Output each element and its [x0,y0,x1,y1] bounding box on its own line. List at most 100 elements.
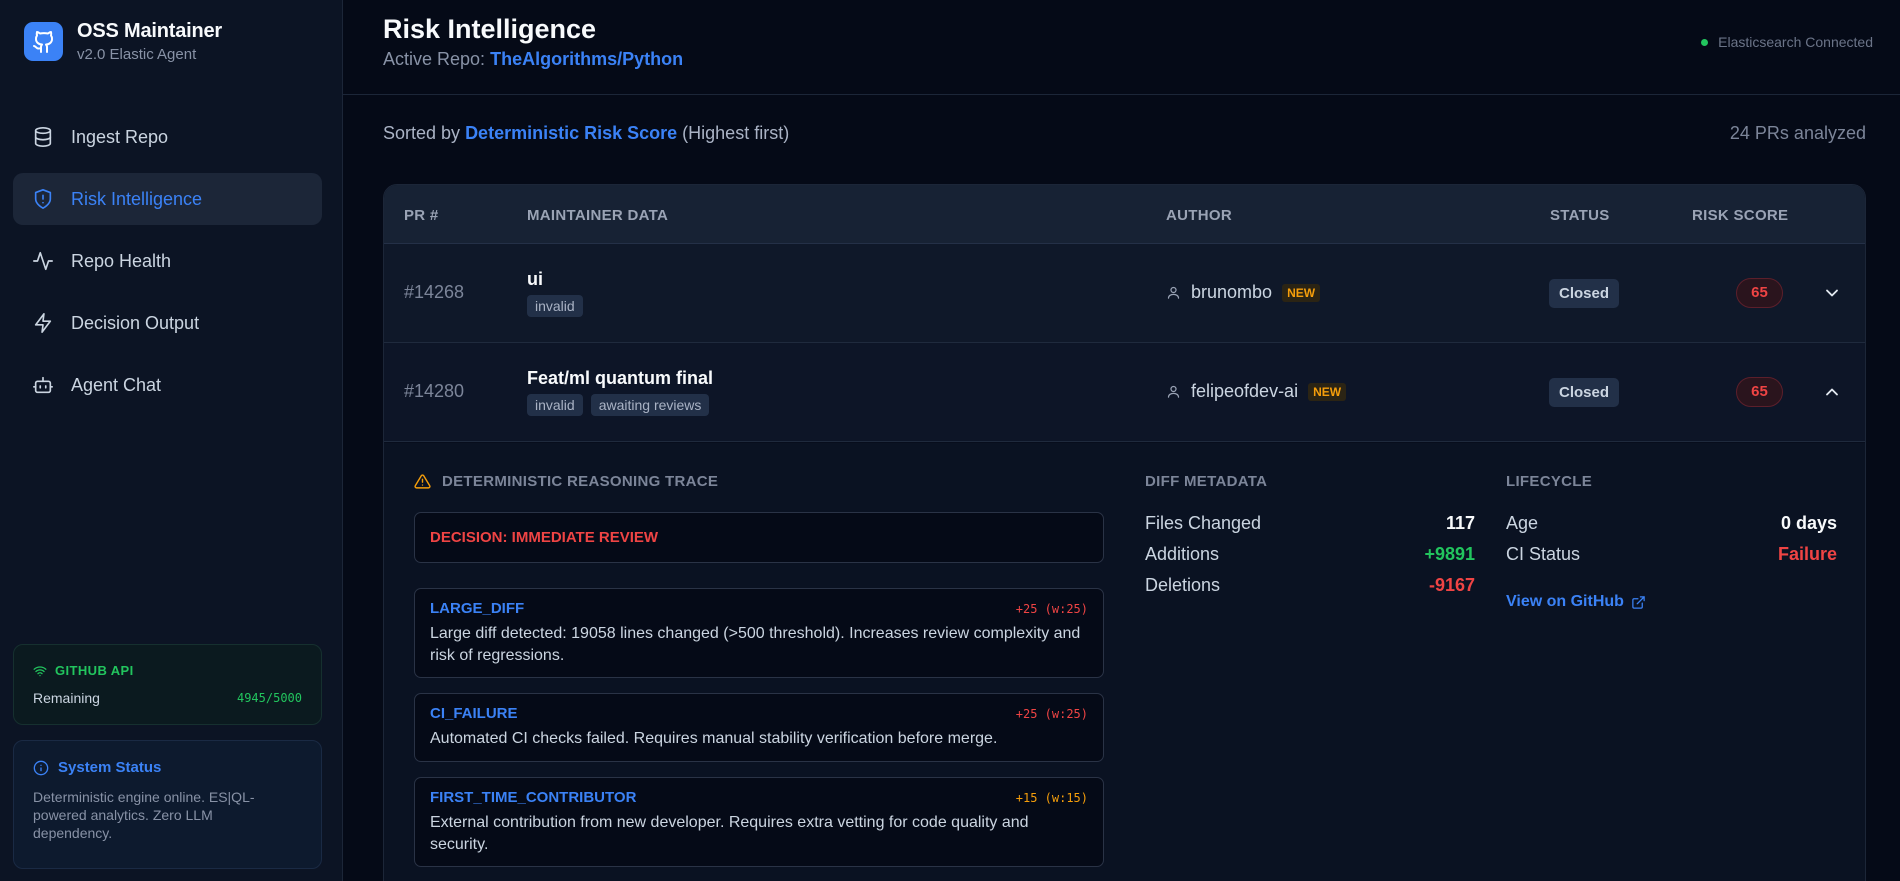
nav-item-agent-chat[interactable]: Agent Chat [13,359,322,411]
database-icon [34,127,52,147]
active-repo-link[interactable]: TheAlgorithms/Python [490,49,683,69]
pr-title[interactable]: ui [527,269,543,290]
sort-info: Sorted by Deterministic Risk Score (High… [383,123,789,144]
active-repo-label: Active Repo: [383,49,486,69]
trace-code: FIRST_TIME_CONTRIBUTOR [430,789,637,806]
ci-status-label: CI Status [1506,544,1581,564]
author-name: brunombo [1191,282,1273,302]
github-api-card: GITHUB API Remaining 4945/5000 [13,644,322,725]
ci-status-value: Failure [1777,544,1837,564]
sort-field[interactable]: Deterministic Risk Score [465,123,677,143]
trace-weight: +25 (w:25) [1015,706,1088,721]
lightning-icon [34,313,52,333]
column-header-status[interactable]: STATUS [1550,207,1610,224]
reasoning-trace-header: DETERMINISTIC REASONING TRACE [414,473,718,490]
activity-icon [33,251,53,271]
status-badge: Closed [1549,279,1620,308]
chevron-up-icon[interactable] [1822,382,1842,402]
connection-status: Elasticsearch Connected [1701,34,1873,50]
pr-details-panel: DETERMINISTIC REASONING TRACE DECISION: … [384,443,1865,881]
files-changed-label: Files Changed [1145,513,1262,533]
trace-description: External contribution from new developer… [430,814,1029,853]
trace-description: Large diff detected: 19058 lines changed… [430,625,1081,664]
files-changed-row: Files Changed 117 [1145,513,1475,534]
nav-item-decision-output[interactable]: Decision Output [13,297,322,349]
column-header-risk-score[interactable]: RISK SCORE [1692,207,1788,224]
github-api-title: GITHUB API [55,663,134,678]
view-on-github-label: View on GitHub [1506,593,1624,610]
pr-author: felipeofdev-ai NEW [1166,381,1347,402]
nav-item-label: Decision Output [71,312,200,333]
additions-label: Additions [1145,544,1220,564]
sort-prefix: Sorted by [383,123,461,143]
risk-score-badge: 65 [1736,377,1783,407]
nav-item-risk-intelligence[interactable]: Risk Intelligence [13,173,322,225]
remaining-label: Remaining [33,690,100,706]
sidebar: OSS Maintainer v2.0 Elastic Agent Ingest… [0,0,343,881]
reasoning-trace-title: DETERMINISTIC REASONING TRACE [442,473,719,490]
active-repo: Active Repo: TheAlgorithms/Python [383,49,683,70]
nav-item-label: Agent Chat [71,374,162,395]
status-badge: Closed [1549,378,1620,407]
nav-item-label: Repo Health [71,250,172,271]
pr-count: 24 PRs analyzed [1729,123,1866,143]
trace-weight: +25 (w:25) [1015,601,1088,616]
additions-row: Additions +9891 [1145,544,1475,565]
trace-code: LARGE_DIFF [430,600,525,617]
chevron-down-icon[interactable] [1822,283,1842,303]
sort-suffix: (Highest first) [682,123,790,143]
column-header-maintainer-data[interactable]: MAINTAINER DATA [527,207,668,224]
pr-tags: invalid [527,295,583,317]
nav-item-label: Ingest Repo [71,126,169,147]
view-on-github-link[interactable]: View on GitHub [1506,593,1646,611]
system-status-card: System Status Deterministic engine onlin… [13,740,322,869]
sidebar-nav: Ingest Repo Risk Intelligence Repo Healt… [13,111,322,421]
new-contributor-badge: NEW [1282,283,1321,302]
author-name: felipeofdev-ai [1191,381,1299,401]
age-row: Age 0 days [1506,513,1837,534]
diff-metadata-header: DIFF METADATA [1145,473,1268,490]
trace-card: LARGE_DIFF +25 (w:25) Large diff detecte… [414,588,1104,678]
nav-item-label: Risk Intelligence [71,188,203,209]
column-header-pr[interactable]: PR # [404,207,439,224]
additions-value: +9891 [1424,544,1475,564]
files-changed-value: 117 [1445,513,1475,533]
external-link-icon [1632,595,1645,609]
deletions-row: Deletions -9167 [1145,575,1475,596]
trace-weight: +15 (w:15) [1015,790,1088,805]
nav-item-repo-health[interactable]: Repo Health [13,235,322,287]
table-header: PR # MAINTAINER DATA AUTHOR STATUS RISK … [384,185,1865,244]
trace-card: CI_FAILURE +25 (w:25) Automated CI check… [414,693,1104,762]
table-row[interactable]: #14280 Feat/ml quantum final invalid awa… [384,343,1865,442]
status-dot-icon [1701,38,1709,46]
pr-tag: awaiting reviews [590,394,710,416]
system-status-text: Deterministic engine online. ES|QL-power… [33,789,255,841]
topbar: Risk Intelligence Active Repo: TheAlgori… [343,0,1900,95]
trace-code: CI_FAILURE [430,705,518,722]
deletions-value: -9167 [1428,575,1475,595]
column-header-author[interactable]: AUTHOR [1166,207,1232,224]
remaining-value: 4945/5000 [236,691,302,705]
pr-number[interactable]: #14280 [404,381,464,402]
warning-icon [414,474,431,489]
pr-table: PR # MAINTAINER DATA AUTHOR STATUS RISK … [383,184,1866,881]
table-row[interactable]: #14268 ui invalid brunombo NEW Closed 65 [384,244,1865,343]
page-title: Risk Intelligence [383,14,597,44]
main-content: Risk Intelligence Active Repo: TheAlgori… [343,0,1900,881]
age-label: Age [1506,513,1539,533]
shield-icon [34,189,52,209]
pr-tags: invalid awaiting reviews [527,394,710,416]
age-value: 0 days [1780,513,1837,533]
user-icon [1167,286,1180,299]
brand: OSS Maintainer v2.0 Elastic Agent [24,20,222,63]
pr-tag: invalid [527,295,583,317]
info-icon [33,760,49,775]
ci-status-row: CI Status Failure [1506,544,1837,565]
risk-score-badge: 65 [1736,278,1783,308]
lifecycle-header: LIFECYCLE [1506,473,1593,490]
pr-number[interactable]: #14268 [404,282,464,303]
nav-item-ingest-repo[interactable]: Ingest Repo [13,111,322,163]
pr-title[interactable]: Feat/ml quantum final [527,368,713,389]
deletions-label: Deletions [1145,575,1221,595]
new-contributor-badge: NEW [1308,382,1347,401]
